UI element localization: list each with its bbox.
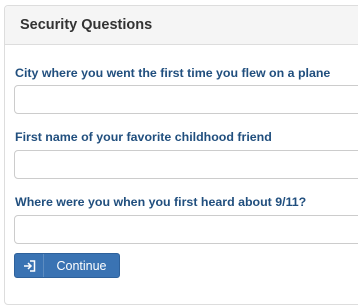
question-2-label: First name of your favorite childhood fr… — [15, 130, 272, 144]
question-3-label: Where were you when you first heard abou… — [15, 195, 307, 209]
panel-heading: Security Questions — [5, 6, 358, 45]
question-1-label: City where you went the first time you f… — [15, 66, 331, 80]
question-2-answer-input[interactable] — [14, 150, 358, 179]
question-3-answer-input[interactable] — [14, 215, 358, 244]
continue-button-label: Continue — [56, 258, 107, 273]
sign-in-icon — [15, 254, 44, 277]
continue-button[interactable]: Continue — [14, 253, 120, 278]
question-1-answer-input[interactable] — [14, 85, 358, 114]
panel-title: Security Questions — [20, 17, 153, 33]
